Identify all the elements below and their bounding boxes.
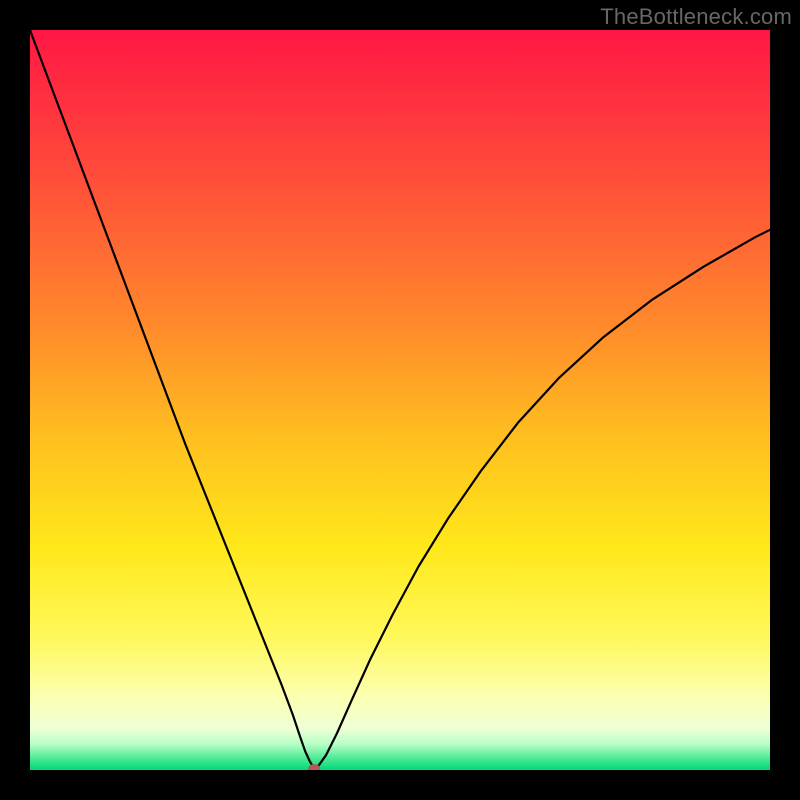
watermark-text: TheBottleneck.com (600, 4, 792, 30)
gradient-background (30, 30, 770, 770)
chart-svg (30, 30, 770, 770)
chart-frame (30, 30, 770, 770)
